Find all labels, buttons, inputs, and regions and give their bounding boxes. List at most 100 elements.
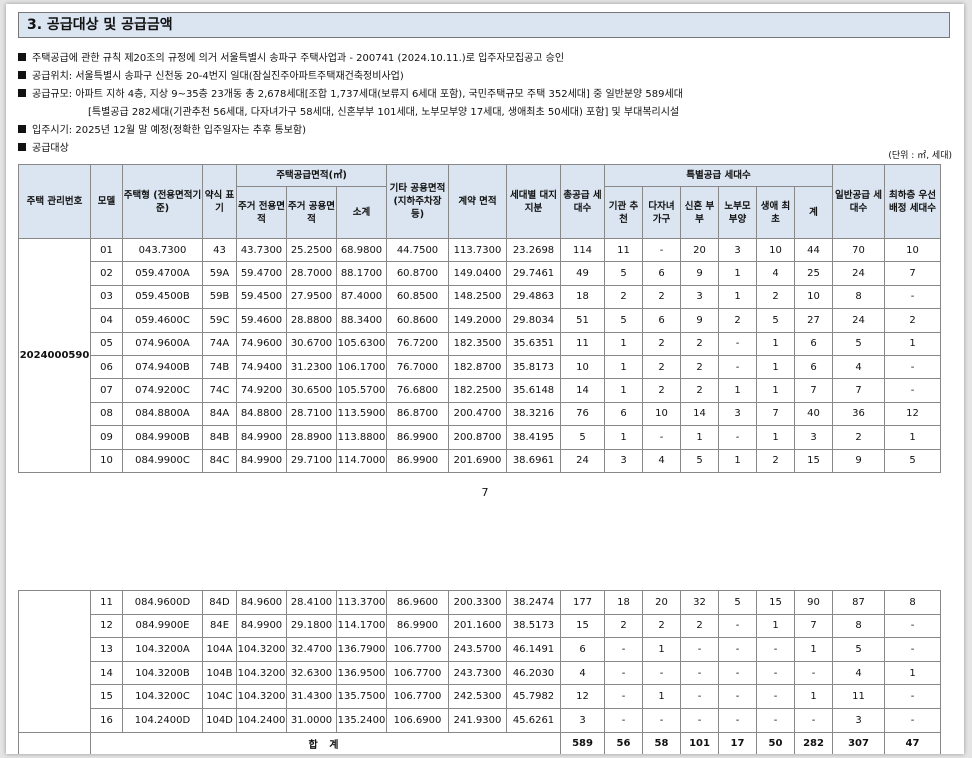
cell-first: - bbox=[756, 707, 795, 733]
cell-inst: - bbox=[604, 637, 643, 662]
cell-sum: - bbox=[794, 707, 833, 733]
cell-other-common: 44.7500 bbox=[386, 237, 449, 263]
cell-first: - bbox=[756, 637, 795, 662]
cell-contract-area: 200.8700 bbox=[448, 425, 507, 450]
cell-subtotal: 135.7500 bbox=[336, 684, 387, 709]
cell-land-share: 29.8034 bbox=[506, 308, 561, 333]
cell-type: 084.8800A bbox=[122, 401, 203, 427]
cell-type: 084.9900E bbox=[122, 613, 203, 639]
cell-other-common: 60.8600 bbox=[386, 308, 449, 333]
cell-model: 02 bbox=[90, 261, 123, 286]
cell-inst: 1 bbox=[604, 378, 643, 403]
cell-type: 074.9200C bbox=[122, 378, 203, 403]
cell-abbr: 59C bbox=[202, 308, 237, 333]
cell-priority: 8 bbox=[884, 590, 941, 615]
th-priority: 최하층 우선배정 세대수 bbox=[884, 164, 941, 239]
bullet-location: 공급위치: 서울특별시 송파구 신천동 20-4번지 일대(잠실진주아파트주택재… bbox=[18, 68, 958, 86]
cell-type: 059.4500B bbox=[122, 284, 203, 310]
cell-abbr: 59B bbox=[202, 284, 237, 310]
cell-land-share: 38.3216 bbox=[506, 401, 561, 427]
cell-abbr: 43 bbox=[202, 237, 237, 263]
cell-contract-area: 149.0400 bbox=[448, 261, 507, 286]
table-row: 04 059.4600C 59C 59.4600 28.8800 88.3400 60.86… bbox=[19, 308, 941, 333]
cell-contract-area: 243.7300 bbox=[448, 660, 507, 686]
cell-land-share: 23.2698 bbox=[506, 237, 561, 263]
total-value: 17 bbox=[718, 731, 757, 754]
cell-subtotal: 135.2400 bbox=[336, 707, 387, 733]
cell-subtotal: 113.5900 bbox=[336, 401, 387, 427]
cell-exclusive: 104.3200 bbox=[236, 660, 287, 686]
table-row: 05 074.9600A 74A 74.9600 30.6700 105.6300 76.7… bbox=[19, 331, 941, 356]
cell-parents: 1 bbox=[718, 448, 757, 473]
cell-total-units: 76 bbox=[560, 401, 605, 427]
cell-general: 24 bbox=[832, 308, 885, 333]
cell-priority: 7 bbox=[884, 261, 941, 286]
cell-multi: 2 bbox=[642, 613, 681, 639]
cell-multi: 2 bbox=[642, 354, 681, 380]
cell-land-share: 45.7982 bbox=[506, 684, 561, 709]
cell-exclusive: 59.4700 bbox=[236, 261, 287, 286]
cell-newlywed: 20 bbox=[680, 237, 719, 263]
cell-priority: 5 bbox=[884, 448, 941, 473]
cell-parents: - bbox=[718, 331, 757, 356]
cell-contract-area: 241.9300 bbox=[448, 707, 507, 733]
cell-subtotal: 105.5700 bbox=[336, 378, 387, 403]
cell-abbr: 84E bbox=[202, 613, 237, 639]
table-row: 2024000590 01 043.7300 43 43.7300 25.2500 68.9… bbox=[18, 237, 941, 473]
table-row: 12 084.9900E 84E 84.9900 29.1800 114.1700 86.9… bbox=[19, 613, 941, 639]
cell-parents: 2 bbox=[718, 308, 757, 333]
cell-abbr: 74A bbox=[202, 331, 237, 356]
cell-subtotal: 105.6300 bbox=[336, 331, 387, 356]
cell-model: 05 bbox=[90, 331, 123, 356]
bullet-target: 공급대상 bbox=[18, 140, 958, 158]
th-supply-area: 주택공급면적(㎡) bbox=[236, 164, 387, 187]
cell-general: 9 bbox=[832, 448, 885, 473]
cell-first: 4 bbox=[756, 261, 795, 286]
th-general: 일반공급 세대수 bbox=[832, 164, 885, 239]
cell-inst: 1 bbox=[604, 354, 643, 380]
cell-subtotal: 68.9800 bbox=[336, 237, 387, 263]
cell-sum: 1 bbox=[794, 637, 833, 662]
cell-parents: 1 bbox=[718, 284, 757, 310]
cell-model: 09 bbox=[90, 425, 123, 450]
cell-other-common: 106.7700 bbox=[386, 660, 449, 686]
table-row: 06 074.9400B 74B 74.9400 31.2300 106.1700 76.7… bbox=[19, 354, 941, 380]
cell-exclusive: 59.4600 bbox=[236, 308, 287, 333]
cell-multi: - bbox=[642, 660, 681, 686]
cell-general: 4 bbox=[832, 660, 885, 686]
bullet-square-icon bbox=[18, 143, 26, 151]
cell-subtotal: 114.7000 bbox=[336, 448, 387, 473]
cell-total-units: 24 bbox=[560, 448, 605, 473]
cell-total-units: 12 bbox=[560, 684, 605, 709]
cell-type: 104.3200C bbox=[122, 684, 203, 709]
cell-first: 2 bbox=[756, 284, 795, 310]
total-row: 합 계 589 56 58 101 17 50 282 307 47 bbox=[18, 731, 941, 754]
cell-subtotal: 106.1700 bbox=[336, 354, 387, 380]
cell-subtotal: 136.9500 bbox=[336, 660, 387, 686]
cell-model: 01 bbox=[90, 237, 123, 263]
total-value: 589 bbox=[560, 731, 605, 754]
cell-priority: - bbox=[884, 684, 941, 709]
cell-other-common: 86.9600 bbox=[386, 590, 449, 615]
cell-common: 30.6700 bbox=[286, 331, 337, 356]
cell-land-share: 46.1491 bbox=[506, 637, 561, 662]
cell-model: 11 bbox=[90, 590, 123, 615]
cell-type: 043.7300 bbox=[122, 237, 203, 263]
cell-subtotal: 88.3400 bbox=[336, 308, 387, 333]
cell-land-share: 35.8173 bbox=[506, 354, 561, 380]
cell-type: 104.3200A bbox=[122, 637, 203, 662]
cell-common: 32.6300 bbox=[286, 660, 337, 686]
management-code-cell: 2024000590 bbox=[18, 238, 91, 473]
cell-other-common: 60.8700 bbox=[386, 261, 449, 286]
cell-land-share: 38.5173 bbox=[506, 613, 561, 639]
cell-newlywed: - bbox=[680, 707, 719, 733]
cell-first: 2 bbox=[756, 448, 795, 473]
th-multi: 다자녀 가구 bbox=[642, 186, 681, 239]
section-title: 3. 공급대상 및 공급금액 bbox=[18, 12, 950, 38]
cell-inst: 11 bbox=[604, 237, 643, 263]
th-type: 주택형 (전용면적기준) bbox=[122, 164, 203, 239]
th-sum: 계 bbox=[794, 186, 833, 239]
bullet-scale: 공급규모: 아파트 지하 4층, 지상 9~35층 23개동 총 2,678세대… bbox=[18, 86, 958, 104]
cell-contract-area: 113.7300 bbox=[448, 237, 507, 263]
cell-other-common: 106.7700 bbox=[386, 637, 449, 662]
